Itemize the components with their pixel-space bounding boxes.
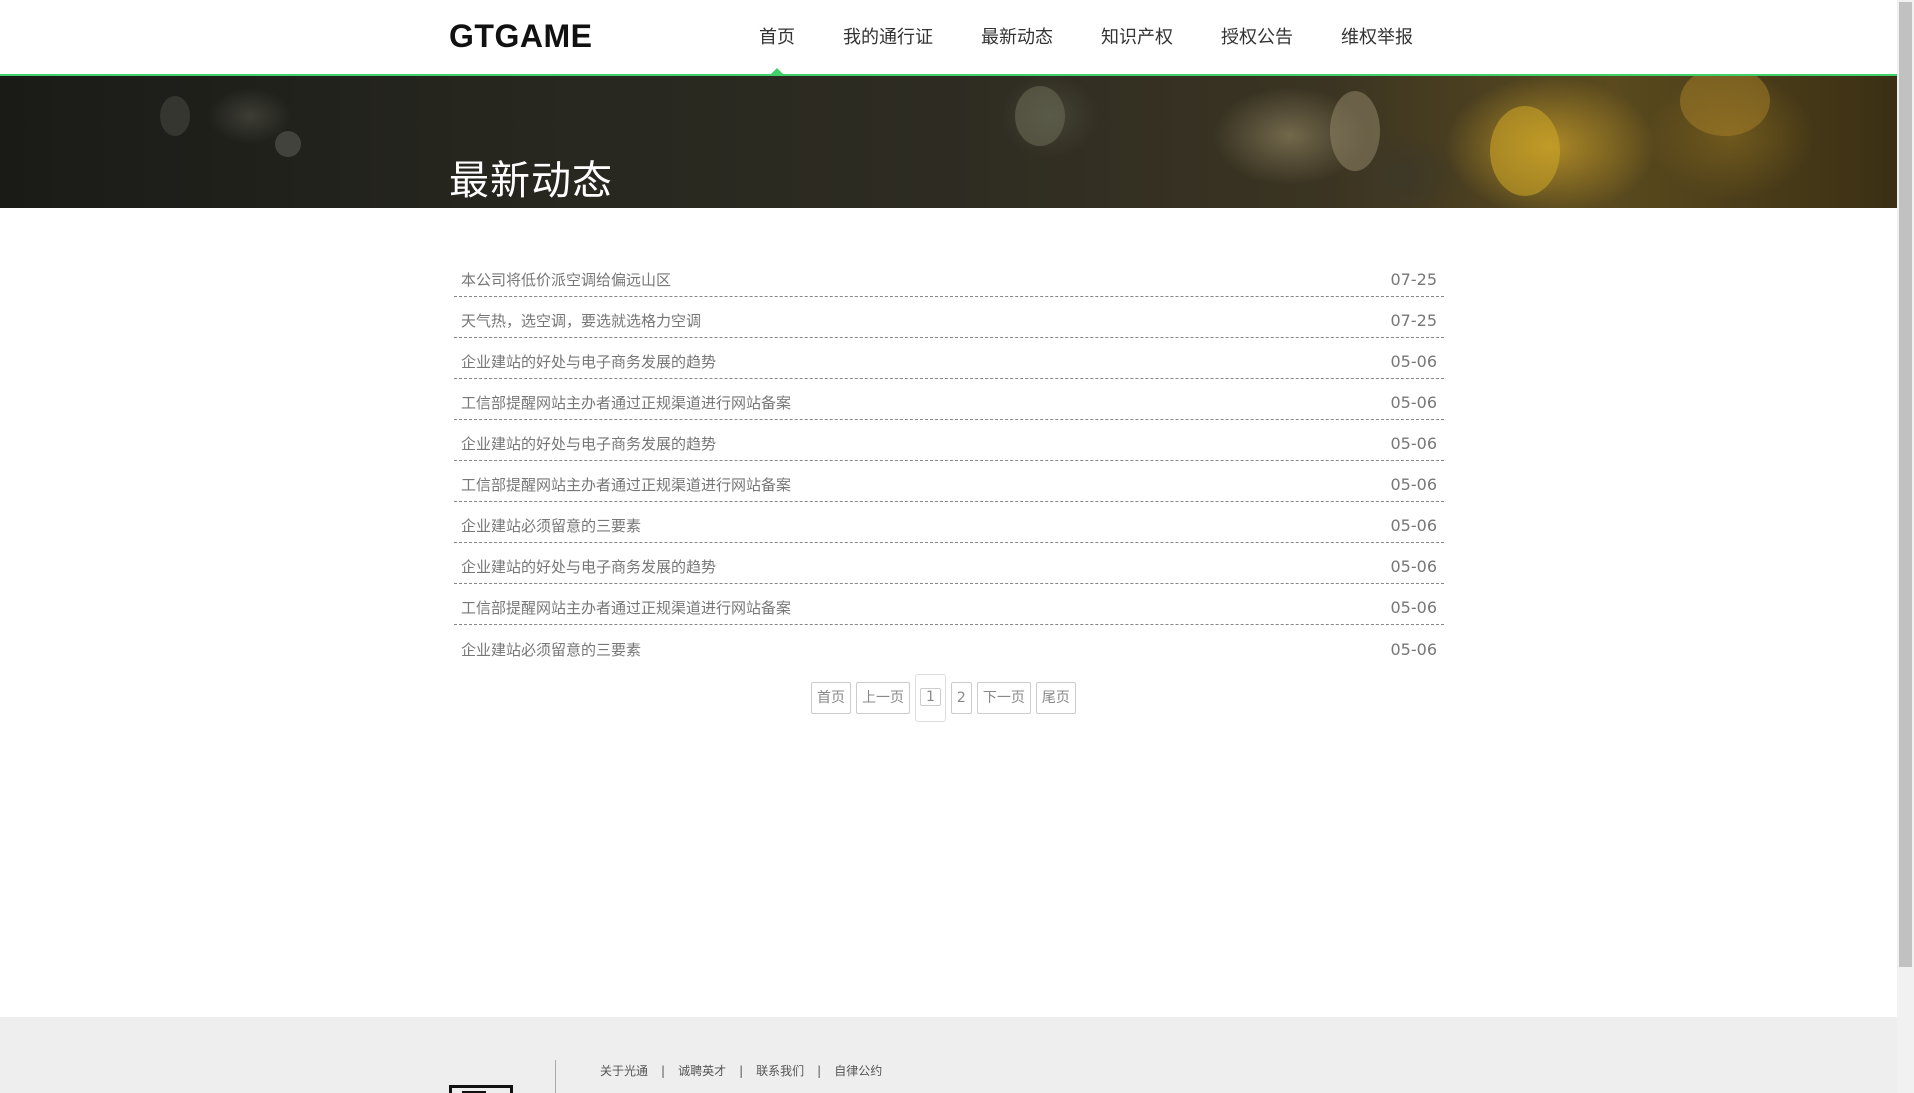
nav-item-news[interactable]: 最新动态 (957, 0, 1077, 74)
footer-link-contact[interactable]: 联系我们 (756, 1062, 804, 1079)
banner-decoration (160, 96, 190, 136)
current-page-wrap: 1 (915, 674, 946, 722)
news-date: 05-06 (1390, 434, 1438, 453)
page-number-current[interactable]: 1 (920, 688, 941, 706)
nav-item-my-pass[interactable]: 我的通行证 (819, 0, 957, 74)
news-date: 05-06 (1390, 639, 1438, 659)
page-number[interactable]: 2 (950, 682, 972, 714)
news-item[interactable]: 企业建站的好处与电子商务发展的趋势 05-06 (454, 543, 1444, 584)
banner-decoration (1330, 91, 1380, 171)
banner-decoration (1015, 86, 1065, 146)
nav-item-home[interactable]: 首页 (735, 0, 819, 75)
footer-links: 关于光通 | 诚聘英才 | 联系我们 | 自律公约 (600, 1062, 882, 1079)
banner-decoration (1680, 76, 1770, 136)
main-nav: 首页 我的通行证 最新动态 知识产权 授权公告 维权举报 (735, 0, 1437, 75)
news-title[interactable]: 本公司将低价派空调给偏远山区 (461, 269, 671, 290)
news-item[interactable]: 本公司将低价派空调给偏远山区 07-25 (454, 256, 1444, 297)
news-date: 05-06 (1390, 516, 1438, 535)
next-page-button[interactable]: 下一页 (976, 682, 1031, 714)
news-item[interactable]: 企业建站必须留意的三要素 05-06 (454, 625, 1444, 666)
prev-page-button[interactable]: 上一页 (856, 682, 910, 714)
news-item[interactable]: 天气热，选空调，要选就选格力空调 07-25 (454, 297, 1444, 338)
pagination: 首页 上一页 1 2 下一页 尾页 (811, 674, 1081, 722)
nav-item-license-notice[interactable]: 授权公告 (1197, 0, 1317, 74)
news-item[interactable]: 工信部提醒网站主办者通过正规渠道进行网站备案 05-06 (454, 584, 1444, 625)
vertical-scrollbar[interactable] (1897, 0, 1914, 1093)
last-page-button[interactable]: 尾页 (1035, 682, 1076, 714)
footer-separator: | (661, 1063, 666, 1078)
news-date: 05-06 (1390, 598, 1438, 617)
page-title: 最新动态 (449, 158, 613, 204)
site-logo[interactable]: GTGAME (449, 18, 592, 55)
news-date: 05-06 (1390, 557, 1438, 576)
news-title[interactable]: 企业建站的好处与电子商务发展的趋势 (461, 556, 716, 577)
footer-link-about[interactable]: 关于光通 (600, 1062, 648, 1079)
news-date: 07-25 (1390, 270, 1438, 289)
footer-separator: | (739, 1063, 744, 1078)
footer-separator: | (817, 1063, 822, 1078)
news-title[interactable]: 企业建站必须留意的三要素 (461, 515, 641, 536)
news-date: 05-06 (1390, 475, 1438, 494)
news-title[interactable]: 企业建站必须留意的三要素 (461, 639, 641, 660)
footer-link-careers[interactable]: 诚聘英才 (678, 1062, 726, 1079)
page-banner: 最新动态 (0, 76, 1897, 208)
footer-divider (555, 1060, 556, 1093)
news-list: 本公司将低价派空调给偏远山区 07-25 天气热，选空调，要选就选格力空调 07… (454, 256, 1444, 666)
news-date: 05-06 (1390, 352, 1438, 371)
news-item[interactable]: 企业建站必须留意的三要素 05-06 (454, 502, 1444, 543)
news-title[interactable]: 工信部提醒网站主办者通过正规渠道进行网站备案 (461, 392, 791, 413)
footer-logo-icon (449, 1085, 513, 1093)
news-date: 05-06 (1390, 393, 1438, 412)
banner-decoration (275, 131, 301, 157)
site-footer: 关于光通 | 诚聘英才 | 联系我们 | 自律公约 (0, 1017, 1897, 1093)
banner-decoration (1490, 106, 1560, 196)
news-title[interactable]: 天气热，选空调，要选就选格力空调 (461, 310, 701, 331)
news-title[interactable]: 企业建站的好处与电子商务发展的趋势 (461, 433, 716, 454)
news-title[interactable]: 企业建站的好处与电子商务发展的趋势 (461, 351, 716, 372)
news-item[interactable]: 企业建站的好处与电子商务发展的趋势 05-06 (454, 420, 1444, 461)
news-date: 07-25 (1390, 311, 1438, 330)
scrollbar-thumb[interactable] (1899, 2, 1912, 967)
footer-link-self-discipline[interactable]: 自律公约 (834, 1062, 882, 1079)
nav-item-report[interactable]: 维权举报 (1317, 0, 1437, 74)
nav-item-ip[interactable]: 知识产权 (1077, 0, 1197, 74)
news-title[interactable]: 工信部提醒网站主办者通过正规渠道进行网站备案 (461, 597, 791, 618)
news-item[interactable]: 工信部提醒网站主办者通过正规渠道进行网站备案 05-06 (454, 379, 1444, 420)
news-item[interactable]: 工信部提醒网站主办者通过正规渠道进行网站备案 05-06 (454, 461, 1444, 502)
site-header: GTGAME 首页 我的通行证 最新动态 知识产权 授权公告 维权举报 (0, 0, 1897, 76)
first-page-button[interactable]: 首页 (811, 682, 851, 714)
news-item[interactable]: 企业建站的好处与电子商务发展的趋势 05-06 (454, 338, 1444, 379)
news-title[interactable]: 工信部提醒网站主办者通过正规渠道进行网站备案 (461, 474, 791, 495)
page: GTGAME 首页 我的通行证 最新动态 知识产权 授权公告 维权举报 最新动态… (0, 0, 1914, 1093)
